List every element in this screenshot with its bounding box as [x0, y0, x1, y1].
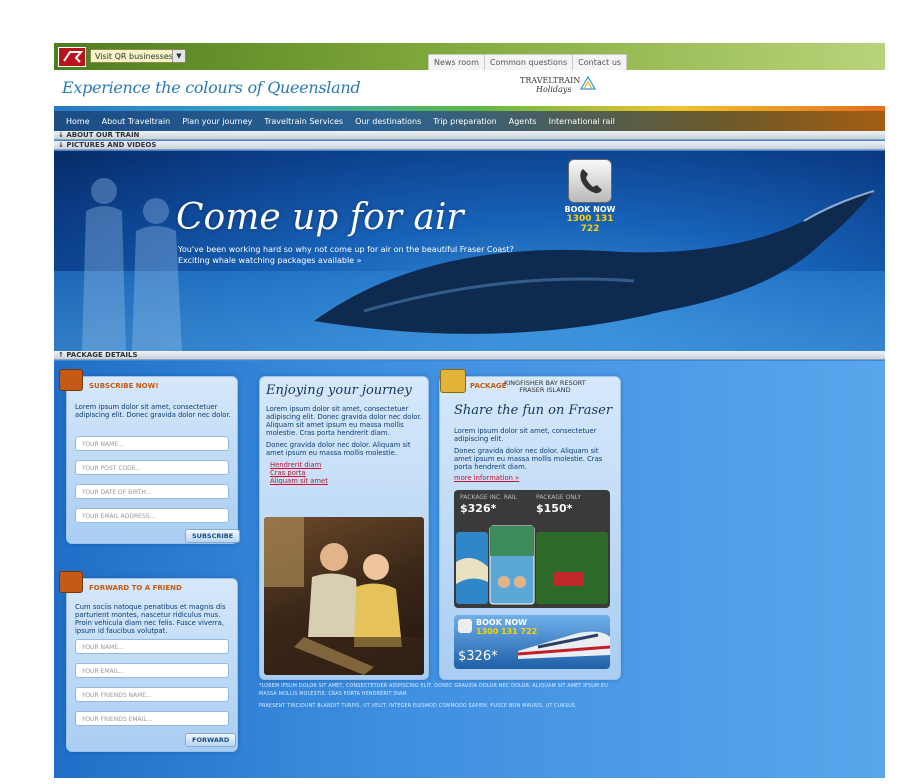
traveltrain-logo[interactable]: TRAVELTRAIN Holidays [520, 76, 580, 94]
more-information-link[interactable]: more information » [454, 474, 519, 482]
nav-agents[interactable]: Agents [503, 117, 543, 126]
qr-logo[interactable] [58, 47, 86, 67]
pictures-videos-toggle[interactable]: ↓ PICTURES AND VIDEOS [54, 141, 885, 150]
hero-subtitle-line1: You've been working hard so why not come… [178, 245, 514, 254]
hero-book-now-number: 1300 131 722 [566, 214, 614, 234]
footnote-line1: *Lorem ipsum dolor sit amet, consectetue… [259, 684, 608, 697]
hero-subtitle-line2[interactable]: Exciting whale watching packages availab… [178, 255, 538, 266]
common-questions-link[interactable]: Common questions [485, 55, 574, 71]
package-panel: PACKAGE KINGFISHER BAY RESORT FRASER ISL… [439, 369, 621, 680]
subscribe-title: SUBSCRIBE NOW! [89, 382, 159, 390]
nav-traveltrain-services[interactable]: Traveltrain Services [258, 117, 349, 126]
fraser-island-photos [456, 525, 608, 605]
package-paragraph-2: Donec gravida dolor nec dolor. Aliquam s… [454, 447, 603, 471]
site-header: Experience the colours of Queensland TRA… [54, 70, 885, 107]
tilt-train-image [518, 631, 610, 659]
forward-panel: FORWARD TO A FRIEND Cum sociis natoque p… [59, 571, 238, 752]
subscribe-email-input[interactable]: YOUR EMAIL ADDRESS... [75, 508, 229, 523]
pictures-videos-label: PICTURES AND VIDEOS [66, 141, 157, 149]
forward-name-input[interactable]: YOUR NAME... [75, 639, 229, 654]
nav-international-rail[interactable]: International rail [543, 117, 621, 126]
brand-line2: Holidays [536, 85, 572, 94]
subscribe-text: Lorem ipsum dolor sit amet, consectetuer… [75, 403, 231, 419]
package-details-label: PACKAGE DETAILS [66, 351, 138, 359]
journey-link-aliquam[interactable]: Aliquam sit amet [270, 477, 328, 485]
site-frame: Visit QR businesses... ▼ News room Commo… [54, 43, 885, 778]
subscribe-panel: SUBSCRIBE NOW! Lorem ipsum dolor sit ame… [59, 369, 241, 544]
package-name: KINGFISHER BAY RESORT FRASER ISLAND [504, 380, 586, 394]
forward-friend-name-input[interactable]: YOUR FRIENDS NAME... [75, 687, 229, 702]
forward-text: Cum sociis natoque penatibus et magnis d… [75, 603, 226, 635]
nav-home[interactable]: Home [54, 117, 96, 126]
nav-plan-your-journey[interactable]: Plan your journey [176, 117, 258, 126]
journey-link-hendrerit[interactable]: Hendrerit diam [270, 461, 321, 469]
rail-package-price: $326* [460, 502, 497, 515]
forward-button[interactable]: FORWARD [185, 733, 237, 747]
phone-icon [458, 619, 472, 633]
journey-link-cras-porta[interactable]: Cras porta [270, 469, 306, 477]
subscribe-name-input[interactable]: YOUR NAME... [75, 436, 229, 451]
suitcase-icon [59, 571, 83, 593]
hero-subtitle: You've been working hard so why not come… [178, 244, 538, 266]
main-nav: Home About Traveltrain Plan your journey… [54, 111, 885, 131]
hero-banner[interactable]: Come up for air You've been working hard… [54, 151, 885, 351]
top-links: News room Common questions Contact us [428, 54, 628, 71]
phone-icon [568, 159, 612, 203]
subscribe-button[interactable]: SUBSCRIBE [185, 529, 241, 543]
footnote-line2: Praesent tincidunt blandit turpis, ut ve… [259, 704, 577, 709]
about-our-train-toggle[interactable]: ↓ ABOUT OUR TRAIN [54, 131, 885, 140]
nav-trip-preparation[interactable]: Trip preparation [427, 117, 502, 126]
qr-business-select[interactable]: Visit QR businesses... ▼ [90, 49, 186, 63]
forward-friend-email-input[interactable]: YOUR FRIENDS EMAIL... [75, 711, 229, 726]
about-our-train-label: ABOUT OUR TRAIN [66, 131, 140, 139]
suitcase-icon [59, 369, 83, 391]
qr-business-select-value: Visit QR businesses... [95, 52, 181, 61]
journey-paragraph-1: Lorem ipsum dolor sit amet, consectetuer… [266, 405, 422, 437]
nav-our-destinations[interactable]: Our destinations [349, 117, 427, 126]
subscribe-postcode-input[interactable]: YOUR POST CODE... [75, 460, 229, 475]
package-title: Share the fun on Fraser [454, 403, 613, 418]
journey-paragraph-2: Donec gravida dolor nec dolor. Aliquam s… [266, 441, 411, 457]
package-details-toggle[interactable]: ↑ PACKAGE DETAILS [54, 351, 885, 360]
couple-on-train-photo [264, 517, 424, 675]
hero-book-now[interactable]: BOOK NOW 1300 131 722 [564, 159, 616, 234]
rainbow-logo-icon [580, 76, 596, 90]
brand-line1: TRAVELTRAIN [520, 76, 581, 85]
hero-book-now-label: BOOK NOW [564, 205, 616, 214]
chevron-down-icon[interactable]: ▼ [172, 50, 185, 62]
package-paragraph-1: Lorem ipsum dolor sit amet, consectetuer… [454, 427, 597, 443]
subscribe-dob-input[interactable]: YOUR DATE OF BIRTH... [75, 484, 229, 499]
journey-panel: Enjoying your journey Lorem ipsum dolor … [259, 376, 429, 680]
package-box-icon [440, 369, 466, 393]
package-prices-box: PACKAGE INC. RAIL $326* PACKAGE ONLY $15… [454, 490, 610, 608]
package-label: PACKAGE [470, 382, 507, 390]
hero-title: Come up for air [176, 197, 464, 238]
forward-email-input[interactable]: YOUR EMAIL... [75, 663, 229, 678]
forward-title: FORWARD TO A FRIEND [89, 584, 182, 592]
nav-about-traveltrain[interactable]: About Traveltrain [96, 117, 177, 126]
only-package-label: PACKAGE ONLY [536, 494, 582, 501]
train-book-box[interactable]: BOOK NOW 1300 131 722 $326* [454, 615, 610, 669]
only-package-price: $150* [536, 502, 573, 515]
train-package-price: $326* [458, 649, 498, 664]
top-bar: Visit QR businesses... ▼ News room Commo… [54, 43, 885, 71]
journey-title: Enjoying your journey [266, 383, 412, 398]
contact-us-link[interactable]: Contact us [573, 55, 626, 71]
site-tagline: Experience the colours of Queensland [62, 78, 361, 97]
news-room-link[interactable]: News room [429, 55, 485, 71]
rail-package-label: PACKAGE INC. RAIL [460, 494, 518, 501]
package-name-line2: FRASER ISLAND [519, 386, 571, 394]
